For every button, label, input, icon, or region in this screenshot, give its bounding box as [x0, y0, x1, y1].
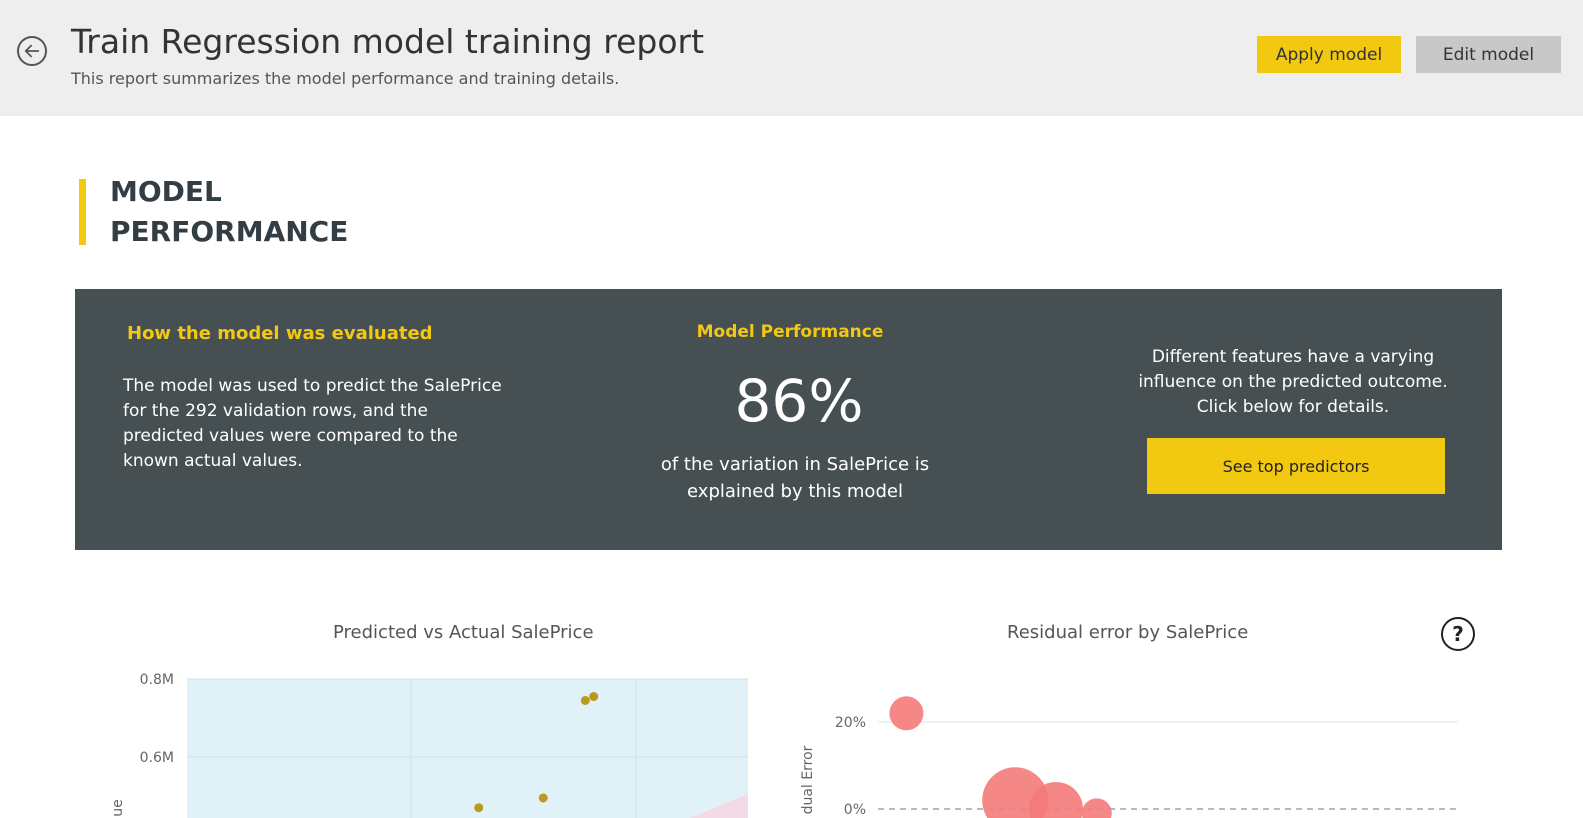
- help-icon[interactable]: ?: [1441, 617, 1475, 651]
- section-accent-bar: [79, 179, 86, 245]
- arrow-left-icon: [24, 44, 40, 58]
- page-subtitle: This report summarizes the model perform…: [71, 69, 620, 88]
- scatter-point: [474, 803, 484, 813]
- see-top-predictors-button[interactable]: See top predictors: [1147, 438, 1445, 494]
- report-header: Train Regression model training report T…: [0, 0, 1583, 116]
- scatter-point: [580, 695, 590, 705]
- evaluation-text: The model was used to predict the SalePr…: [123, 376, 502, 471]
- bubble-point: [889, 696, 924, 731]
- y-axis-label: ue: [110, 799, 126, 817]
- chart-title-predicted-vs-actual: Predicted vs Actual SalePrice: [333, 622, 594, 643]
- edit-model-button[interactable]: Edit model: [1416, 36, 1561, 73]
- plot-area: [187, 679, 748, 818]
- predictors-text: Different features have a varying influe…: [1138, 347, 1448, 417]
- y-tick-label: 0.6M: [140, 750, 174, 766]
- apply-model-button[interactable]: Apply model: [1257, 36, 1401, 73]
- evaluation-heading: How the model was evaluated: [127, 323, 433, 344]
- performance-text: of the variation in SalePrice is explain…: [660, 454, 930, 502]
- section-title-line2: PERFORMANCE: [110, 215, 349, 248]
- bubble-points: [889, 696, 1112, 818]
- section-title-line1: MODEL: [110, 175, 222, 208]
- performance-value: 86%: [734, 367, 864, 435]
- section-title: MODEL PERFORMANCE: [110, 172, 410, 252]
- y-tick-label: 0.8M: [140, 672, 174, 688]
- y-tick-label: 20%: [835, 715, 866, 731]
- chart-title-residual-error: Residual error by SalePrice: [1007, 622, 1249, 643]
- y-tick-label: 0%: [844, 802, 866, 818]
- page-title: Train Regression model training report: [71, 22, 705, 61]
- scatter-point: [589, 692, 599, 702]
- performance-heading: Model Performance: [696, 322, 884, 342]
- bubble-point: [1081, 798, 1112, 818]
- predicted-vs-actual-chart: 0.8M 0.6M ue: [110, 672, 748, 818]
- residual-error-chart: 20% 0% dual Error: [800, 696, 1458, 818]
- scatter-point: [538, 793, 548, 803]
- y-axis-label: dual Error: [800, 745, 816, 814]
- back-button[interactable]: [17, 36, 47, 66]
- performance-panel: How the model was evaluated The model wa…: [75, 289, 1502, 550]
